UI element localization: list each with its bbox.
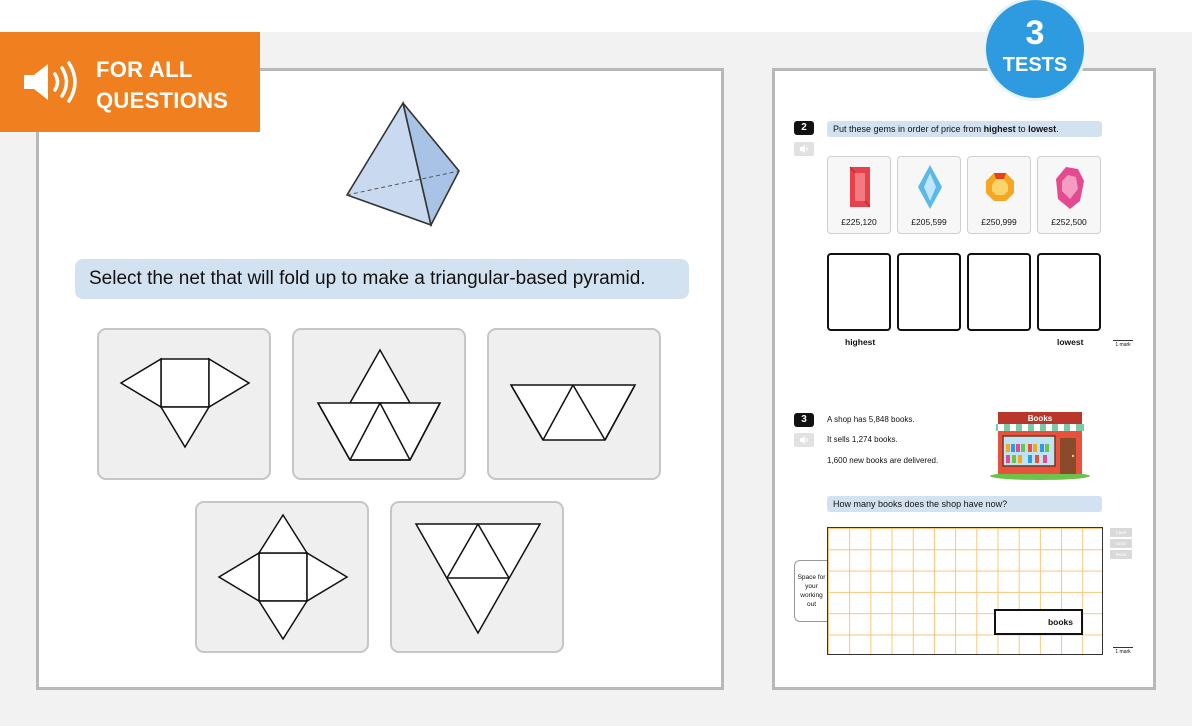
- question-3-number: 3: [794, 413, 814, 427]
- ruby-gem-icon: [849, 166, 871, 208]
- net-option-5[interactable]: [390, 501, 564, 653]
- working-grid[interactable]: [827, 527, 1103, 655]
- books-answer-box[interactable]: books: [994, 609, 1083, 635]
- speaker-icon: [800, 145, 808, 153]
- pink-gem-icon: [1056, 167, 1084, 209]
- q3-mark: 1 mark: [1113, 647, 1133, 655]
- gem-card-ruby[interactable]: £225,120: [827, 156, 891, 234]
- net-five-triangles-icon: [316, 348, 442, 461]
- question-3-prompt: How many books does the shop have now?: [827, 496, 1102, 512]
- gem-price: £250,999: [981, 217, 1017, 227]
- shop-sign-text: Books: [1028, 414, 1053, 423]
- blue-diamond-gem-icon: [918, 165, 942, 209]
- net-square-four-triangles-icon: [217, 513, 349, 641]
- net-large-triangle-icon: [414, 523, 542, 635]
- question-instruction: Select the net that will fold up to make…: [75, 259, 689, 299]
- question-2-number: 2: [794, 121, 814, 135]
- q2-mark: 1 mark: [1113, 340, 1133, 348]
- net-square-three-triangles-icon: [119, 357, 251, 449]
- question-2-audio-button[interactable]: [794, 142, 814, 156]
- label-lowest: lowest: [1057, 337, 1084, 347]
- q3-line-3: 1,600 new books are delivered.: [827, 456, 939, 465]
- speaker-icon: [800, 436, 808, 444]
- working-space-tab: Space for your working out: [794, 560, 828, 622]
- gem-card-sapphire[interactable]: £205,599: [897, 156, 961, 234]
- bookshop-illustration: Books: [990, 412, 1090, 480]
- gem-price: £225,120: [841, 217, 877, 227]
- audio-banner-label: FOR ALL QUESTIONS: [96, 57, 229, 113]
- gem-price: £205,599: [911, 217, 947, 227]
- answer-slot-2[interactable]: [897, 253, 961, 331]
- label-highest: highest: [845, 337, 876, 347]
- gem-card-pink-gem[interactable]: £252,500: [1037, 156, 1101, 234]
- orange-octagon-gem-icon: [986, 173, 1014, 201]
- question-panel: Select the net that will fold up to make…: [36, 68, 724, 690]
- redo-button[interactable]: Redo: [1110, 550, 1132, 559]
- clear-button[interactable]: Clear: [1110, 528, 1132, 537]
- net-option-4[interactable]: [195, 501, 369, 653]
- gem-price: £252,500: [1051, 217, 1087, 227]
- audio-for-all-questions-button[interactable]: FOR ALL QUESTIONS: [0, 32, 260, 132]
- net-option-2[interactable]: [292, 328, 466, 480]
- undo-button[interactable]: Undo: [1110, 539, 1132, 548]
- tests-count-badge: 3 TESTS: [986, 0, 1084, 98]
- triangular-pyramid-image: [345, 100, 460, 228]
- gem-card-topaz[interactable]: £250,999: [967, 156, 1031, 234]
- question-2-prompt: Put these gems in order of price from hi…: [827, 121, 1102, 137]
- answer-slot-1[interactable]: [827, 253, 891, 331]
- answer-slot-3[interactable]: [967, 253, 1031, 331]
- answer-slot-4[interactable]: [1037, 253, 1101, 331]
- net-option-3[interactable]: [487, 328, 661, 480]
- speaker-icon: [24, 61, 77, 103]
- net-option-1[interactable]: [97, 328, 271, 480]
- question-3-audio-button[interactable]: [794, 433, 814, 447]
- net-four-triangle-strip-icon: [509, 384, 637, 441]
- q3-line-2: It sells 1,274 books.: [827, 435, 898, 444]
- q3-line-1: A shop has 5,848 books.: [827, 415, 915, 424]
